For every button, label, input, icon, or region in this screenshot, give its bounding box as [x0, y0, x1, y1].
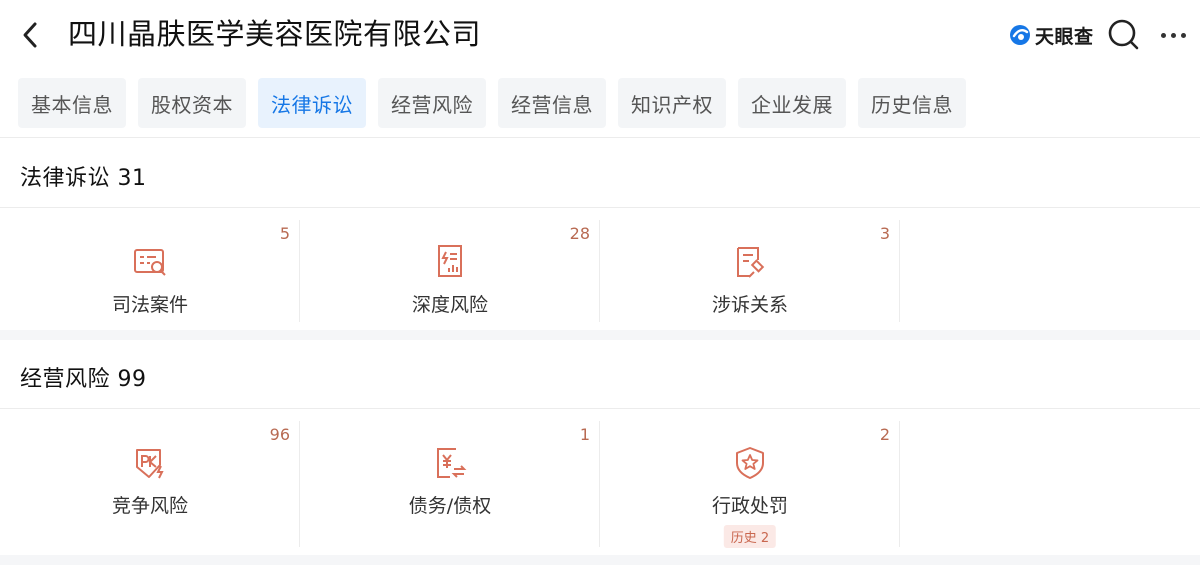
- item-count: 2: [879, 425, 890, 444]
- brand: 天眼查: [1008, 20, 1094, 50]
- item-label: 行政处罚: [711, 495, 788, 517]
- back-button[interactable]: [14, 18, 48, 52]
- more-icon: [1160, 32, 1166, 38]
- section-title-legal: 法律诉讼 31: [20, 166, 147, 191]
- grid-item-judicial-cases[interactable]: 5 司法案件: [0, 208, 300, 330]
- category-tabs: 基本信息 股权资本 法律诉讼 经营风险 经营信息 知识产权 企业发展 历史信息: [18, 78, 966, 128]
- item-count: 3: [879, 224, 890, 243]
- tab-history-info[interactable]: 历史信息: [858, 78, 966, 128]
- item-label: 深度风险: [411, 294, 488, 316]
- item-count: 28: [569, 224, 590, 243]
- grid-item-administrative-penalty[interactable]: 2 行政处罚 历史 2: [600, 409, 900, 555]
- search-button[interactable]: [1106, 17, 1140, 51]
- tianyancha-logo: [1010, 25, 1030, 45]
- item-label: 涉诉关系: [711, 294, 788, 316]
- litigation-relation-icon: [737, 247, 765, 278]
- chevron-left-icon: [23, 22, 37, 48]
- deep-risk-icon: [438, 245, 462, 277]
- item-label: 司法案件: [111, 294, 188, 316]
- page-title: 四川晶肤医学美容医院有限公司: [68, 17, 482, 51]
- section-gap: [0, 555, 1200, 565]
- item-count: 1: [579, 425, 590, 444]
- tab-enterprise-development[interactable]: 企业发展: [738, 78, 846, 128]
- administrative-penalty-icon: [736, 447, 764, 479]
- section-gap: [0, 330, 1200, 340]
- item-label: 债务/债权: [408, 495, 492, 517]
- tab-operating-info[interactable]: 经营信息: [498, 78, 606, 128]
- history-badge[interactable]: 历史 2: [723, 525, 777, 548]
- more-button[interactable]: [1155, 19, 1191, 51]
- tab-legal-litigation[interactable]: 法律诉讼: [258, 78, 366, 128]
- grid-item-competition-risk[interactable]: 96 竞争风险: [0, 409, 300, 555]
- brand-name: 天眼查: [1035, 25, 1094, 48]
- section-title-operating-risk: 经营风险 99: [20, 367, 147, 392]
- judicial-case-icon: [134, 249, 166, 276]
- grid-empty-cell: [900, 208, 1200, 330]
- item-count: 96: [269, 425, 290, 444]
- operating-risk-grid: 96 竞争风险 1 债务/债权 2 行政处罚 历史 2: [0, 409, 1200, 555]
- competition-risk-icon: [136, 449, 164, 479]
- legal-grid: 5 司法案件 28 深度风险 3 涉诉关系: [0, 208, 1200, 330]
- tab-operating-risk[interactable]: 经营风险: [378, 78, 486, 128]
- grid-item-deep-risk[interactable]: 28 深度风险: [300, 208, 600, 330]
- debt-credit-icon: [437, 448, 467, 478]
- tab-basic-info[interactable]: 基本信息: [18, 78, 126, 128]
- top-bar: 四川晶肤医学美容医院有限公司 天眼查: [0, 0, 1200, 70]
- divider: [0, 137, 1200, 138]
- grid-item-debt-credit[interactable]: 1 债务/债权: [300, 409, 600, 555]
- grid-item-litigation-relations[interactable]: 3 涉诉关系: [600, 208, 900, 330]
- tab-intellectual-property[interactable]: 知识产权: [618, 78, 726, 128]
- item-label: 竞争风险: [111, 495, 188, 517]
- search-icon: [1108, 19, 1139, 50]
- item-count: 5: [279, 224, 290, 243]
- grid-empty-cell: [900, 409, 1200, 555]
- tab-equity-capital[interactable]: 股权资本: [138, 78, 246, 128]
